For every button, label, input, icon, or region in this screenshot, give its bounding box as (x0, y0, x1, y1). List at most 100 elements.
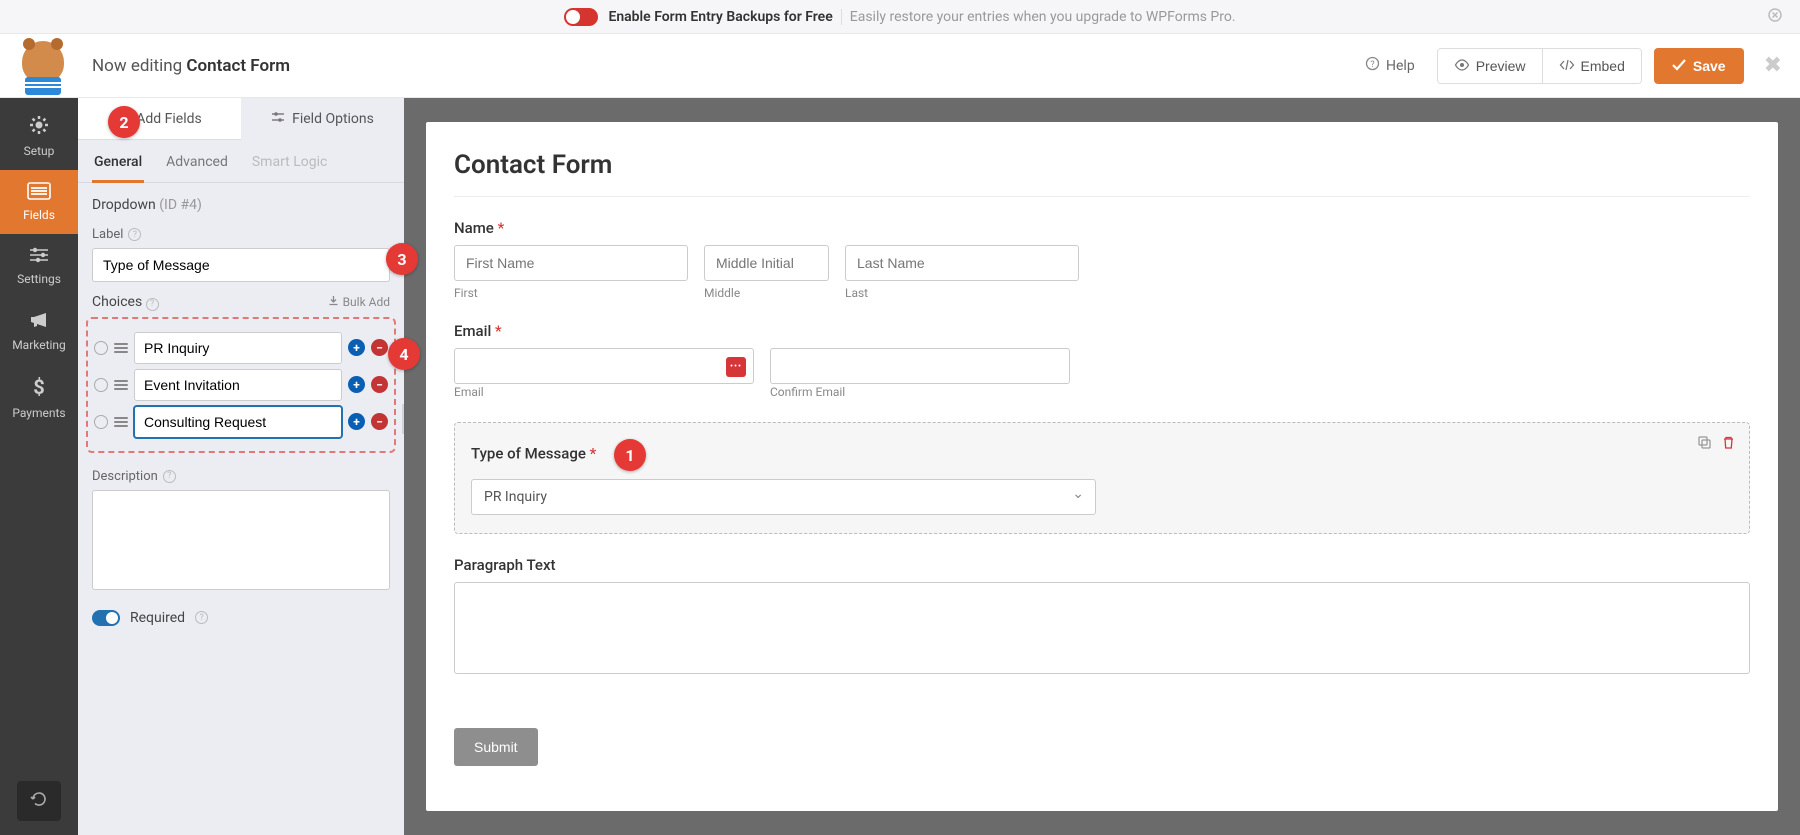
close-builder-icon[interactable]: ✖ (1764, 53, 1782, 78)
choice-default-radio[interactable] (94, 341, 108, 355)
field-paragraph[interactable]: Paragraph Text (454, 556, 1750, 678)
help-icon[interactable]: ? (163, 470, 176, 483)
nav-settings-label: Settings (17, 272, 61, 286)
choice-row: + − (94, 332, 388, 364)
form-title[interactable]: Contact Form (454, 150, 1750, 180)
tab-field-options[interactable]: Field Options (241, 98, 404, 140)
duplicate-icon[interactable] (1697, 435, 1712, 454)
callout-1: 1 (614, 439, 646, 471)
editing-title: Now editing Contact Form (92, 56, 290, 76)
builder-nav: Setup Fields Settings Marketing $ Paymen… (0, 98, 78, 835)
help-link[interactable]: ? Help (1365, 56, 1415, 75)
help-label: Help (1386, 58, 1415, 74)
nav-fields-label: Fields (23, 208, 55, 222)
email-sublabel: Email (454, 385, 484, 399)
save-button[interactable]: Save (1654, 48, 1744, 84)
close-banner-icon[interactable] (1768, 8, 1782, 26)
promo-banner: Enable Form Entry Backups for Free Easil… (0, 0, 1800, 34)
required-star-icon: * (498, 219, 505, 237)
field-email[interactable]: Email * ••• Email Confirm Email (454, 322, 1750, 400)
tab-add-label: Add Fields (136, 111, 202, 127)
backup-toggle[interactable] (564, 8, 598, 26)
svg-text:$: $ (33, 376, 44, 398)
field-name[interactable]: Name * First Middle Last (454, 219, 1750, 300)
last-name-input[interactable] (845, 245, 1079, 281)
subtab-advanced[interactable]: Advanced (164, 148, 230, 182)
nav-fields[interactable]: Fields (0, 170, 78, 234)
first-name-input[interactable] (454, 245, 688, 281)
help-icon[interactable]: ? (146, 298, 159, 311)
help-icon[interactable]: ? (128, 228, 141, 241)
confirm-sublabel: Confirm Email (770, 385, 845, 399)
type-select[interactable]: PR Inquiry (471, 479, 1096, 515)
type-label: Type of Message (471, 445, 586, 463)
banner-bold-text: Enable Form Entry Backups for Free (608, 9, 832, 25)
drag-handle-icon[interactable] (114, 380, 128, 390)
paragraph-textarea[interactable] (454, 582, 1750, 674)
submit-button[interactable]: Submit (454, 728, 538, 766)
choice-row: + − (94, 406, 388, 438)
choice-default-radio[interactable] (94, 378, 108, 392)
nav-marketing-label: Marketing (12, 338, 66, 352)
choice-input-1[interactable] (134, 332, 342, 364)
required-star-icon: * (590, 445, 597, 463)
choices-box: + − + − + − (86, 317, 396, 453)
check-icon (1672, 58, 1686, 74)
form-canvas: Contact Form Name * First Middle (404, 98, 1800, 835)
svg-text:?: ? (1370, 60, 1374, 70)
callout-3: 3 (386, 243, 418, 275)
tab-add-fields[interactable]: Add Fields (78, 98, 241, 140)
choice-input-3[interactable] (134, 406, 342, 438)
drag-handle-icon[interactable] (114, 343, 128, 353)
label-input[interactable] (92, 248, 390, 282)
gear-icon (0, 114, 78, 139)
subtab-smart-logic[interactable]: Smart Logic (250, 148, 329, 182)
description-heading: Description (92, 469, 158, 484)
required-toggle[interactable] (92, 610, 120, 626)
callout-2: 2 (108, 106, 140, 138)
choice-default-radio[interactable] (94, 415, 108, 429)
choice-input-2[interactable] (134, 369, 342, 401)
wpforms-logo (18, 41, 68, 91)
confirm-email-input[interactable] (770, 348, 1070, 384)
remove-choice-icon[interactable]: − (371, 376, 388, 393)
nav-setup-label: Setup (24, 144, 55, 158)
paragraph-label: Paragraph Text (454, 556, 1750, 574)
field-panel: Add Fields Field Options General Advance… (78, 98, 404, 835)
nav-payments-label: Payments (12, 406, 65, 420)
editing-form-name[interactable]: Contact Form (186, 56, 290, 76)
email-label: Email (454, 322, 491, 340)
remove-choice-icon[interactable]: − (371, 339, 388, 356)
drag-handle-icon[interactable] (114, 417, 128, 427)
options-icon (271, 111, 285, 127)
tab-options-label: Field Options (292, 111, 374, 127)
field-type-of-message[interactable]: Type of Message * 1 PR Inquiry (454, 422, 1750, 534)
add-choice-icon[interactable]: + (348, 339, 365, 356)
middle-initial-input[interactable] (704, 245, 829, 281)
nav-payments[interactable]: $ Payments (0, 364, 78, 432)
nav-marketing[interactable]: Marketing (0, 298, 78, 364)
nav-history[interactable] (17, 781, 61, 821)
preview-label: Preview (1476, 58, 1526, 74)
embed-button[interactable]: Embed (1542, 49, 1641, 83)
add-choice-icon[interactable]: + (348, 376, 365, 393)
help-icon[interactable]: ? (195, 611, 208, 624)
description-textarea[interactable] (92, 490, 390, 590)
code-icon (1559, 58, 1575, 74)
trash-icon[interactable] (1722, 435, 1735, 454)
field-info: Dropdown (ID #4) (78, 183, 404, 221)
email-input[interactable] (454, 348, 754, 384)
field-id: (ID #4) (159, 197, 202, 213)
password-manager-icon[interactable]: ••• (726, 357, 746, 377)
first-sublabel: First (454, 286, 688, 300)
eye-icon (1454, 58, 1470, 74)
subtab-general[interactable]: General (92, 148, 144, 183)
nav-settings[interactable]: Settings (0, 234, 78, 298)
sliders-icon (0, 246, 78, 267)
add-choice-icon[interactable]: + (348, 413, 365, 430)
preview-button[interactable]: Preview (1438, 49, 1542, 83)
bulk-add-link[interactable]: Bulk Add (328, 295, 390, 309)
nav-setup[interactable]: Setup (0, 102, 78, 170)
form-surface: Contact Form Name * First Middle (426, 122, 1778, 811)
remove-choice-icon[interactable]: − (371, 413, 388, 430)
